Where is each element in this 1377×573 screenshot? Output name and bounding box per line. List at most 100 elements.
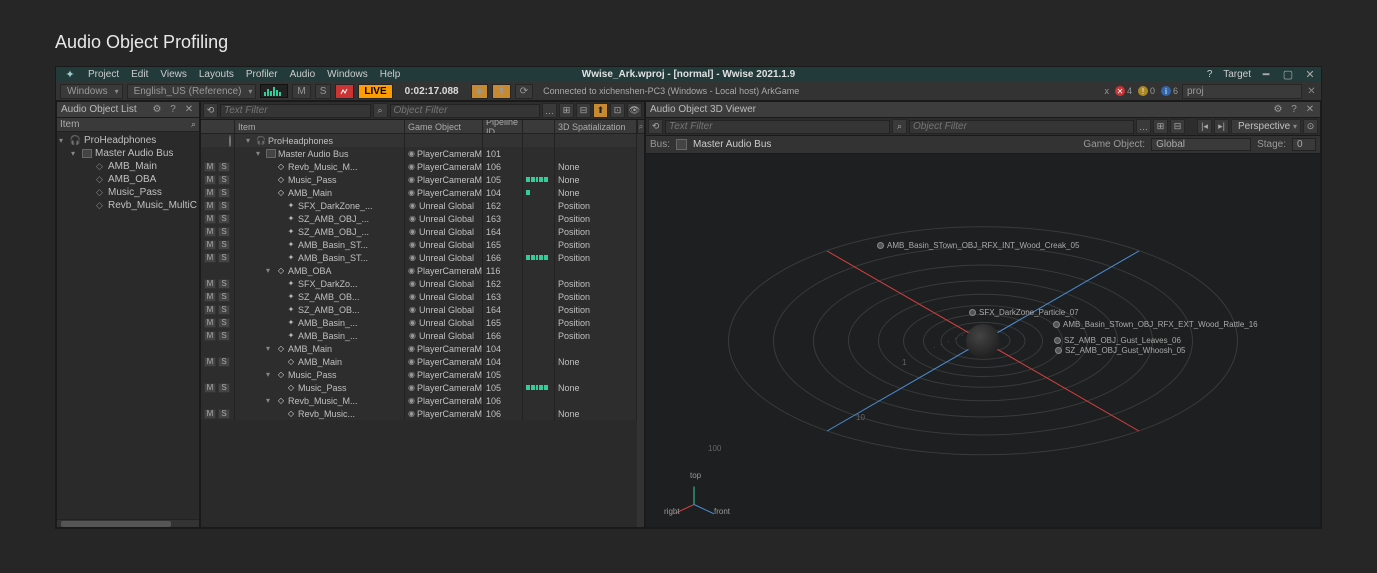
solo-button[interactable]: S bbox=[218, 318, 230, 328]
eye-icon[interactable]: 👁 bbox=[627, 103, 642, 118]
view-next-icon[interactable]: ▸| bbox=[1214, 119, 1229, 134]
menu-help[interactable]: Help bbox=[380, 69, 401, 80]
solo-button[interactable]: S bbox=[218, 188, 230, 198]
options-icon[interactable]: ⊡ bbox=[610, 103, 625, 118]
help-icon[interactable]: ? bbox=[1204, 69, 1215, 80]
table-row[interactable]: ▾◇Revb_Music_M...◉PlayerCameraM...106 bbox=[201, 394, 637, 407]
columns-icon[interactable]: ⊟ bbox=[1170, 119, 1185, 134]
table-row[interactable]: MS✦SFX_DarkZone_...◉Unreal Global162Posi… bbox=[201, 199, 637, 212]
mute-button[interactable]: M bbox=[292, 84, 310, 99]
expand-icon[interactable]: ▾ bbox=[246, 136, 254, 145]
config-icon[interactable]: ⌕ bbox=[637, 120, 644, 133]
tree-item[interactable]: ◇AMB_OBA bbox=[59, 173, 197, 186]
reset-view-icon[interactable]: ⊙ bbox=[1303, 119, 1318, 134]
mute-button[interactable]: M bbox=[204, 318, 216, 328]
mute-button[interactable]: M bbox=[204, 240, 216, 250]
mute-button[interactable]: M bbox=[204, 383, 216, 393]
tree-item[interactable]: ◇AMB_Main bbox=[59, 160, 197, 173]
close-icon[interactable]: ✕ bbox=[183, 104, 195, 116]
expand-icon[interactable]: ▾ bbox=[266, 396, 274, 405]
menu-project[interactable]: Project bbox=[88, 69, 119, 80]
link-icon[interactable]: ⟲ bbox=[648, 119, 663, 134]
record-button[interactable] bbox=[335, 84, 354, 99]
browse-icon[interactable]: … bbox=[542, 103, 557, 118]
sync-button[interactable]: ⟳ bbox=[515, 84, 533, 99]
mute-button[interactable]: M bbox=[204, 175, 216, 185]
table-row[interactable]: MS◇AMB_Main◉PlayerCameraM...104None bbox=[201, 186, 637, 199]
remote-button[interactable]: ◈ bbox=[471, 84, 489, 99]
search-icon[interactable]: ⌕ bbox=[373, 103, 388, 118]
table-row[interactable]: MS✦AMB_Basin_...◉Unreal Global166Positio… bbox=[201, 329, 637, 342]
v-scrollbar[interactable] bbox=[637, 134, 644, 527]
table-row[interactable]: MS✦AMB_Basin_ST...◉Unreal Global166Posit… bbox=[201, 251, 637, 264]
menu-windows[interactable]: Windows bbox=[327, 69, 368, 80]
solo-button[interactable]: S bbox=[315, 84, 332, 99]
object-filter-input[interactable] bbox=[909, 120, 1134, 134]
col-spatialization[interactable]: 3D Spatialization bbox=[555, 120, 637, 133]
menu-layouts[interactable]: Layouts bbox=[199, 69, 234, 80]
filter-active-icon[interactable]: ⬆ bbox=[593, 103, 608, 118]
bus-value[interactable]: Master Audio Bus bbox=[693, 139, 771, 150]
solo-button[interactable]: S bbox=[218, 305, 230, 315]
object-filter-input[interactable] bbox=[390, 104, 541, 118]
live-button[interactable]: LIVE bbox=[358, 84, 392, 99]
stage-field[interactable]: 0 bbox=[1292, 138, 1316, 151]
table-row[interactable]: ▾◇AMB_OBA◉PlayerCameraM...116 bbox=[201, 264, 637, 277]
expand-icon[interactable]: ▾ bbox=[59, 136, 67, 145]
tree-item[interactable]: ▾🎧ProHeadphones bbox=[59, 134, 197, 147]
expand-icon[interactable]: ▾ bbox=[71, 149, 79, 158]
solo-button[interactable]: S bbox=[218, 357, 230, 367]
text-filter-input[interactable] bbox=[220, 104, 371, 118]
table-row[interactable]: MS◇AMB_Main◉PlayerCameraM...104None bbox=[201, 355, 637, 368]
col-pipeline-id[interactable]: Pipeline ID bbox=[483, 120, 523, 133]
table-row[interactable]: ▾🎧ProHeadphones bbox=[201, 134, 637, 147]
mute-button[interactable]: M bbox=[204, 292, 216, 302]
help-icon[interactable]: ? bbox=[1288, 104, 1300, 116]
mute-button[interactable]: M bbox=[204, 409, 216, 419]
h-scrollbar[interactable] bbox=[57, 519, 199, 527]
menu-edit[interactable]: Edit bbox=[131, 69, 148, 80]
emitter-marker[interactable]: SZ_AMB_OBJ_Gust_Leaves_06 bbox=[1054, 336, 1181, 345]
table-row[interactable]: MS◇Music_Pass◉PlayerCameraM...105None bbox=[201, 381, 637, 394]
table-row[interactable]: MS✦AMB_Basin_ST...◉Unreal Global165Posit… bbox=[201, 238, 637, 251]
tree-item[interactable]: ▾Master Audio Bus bbox=[59, 147, 197, 160]
close-button[interactable]: ✕ bbox=[1303, 69, 1317, 81]
target-label[interactable]: Target bbox=[1223, 69, 1251, 80]
table-row[interactable]: ▾Master Audio Bus◉PlayerCameraM...101 bbox=[201, 147, 637, 160]
browse-icon[interactable]: … bbox=[1136, 119, 1151, 134]
item-column-header[interactable]: Item ⌕ bbox=[57, 118, 199, 132]
mute-button[interactable]: M bbox=[204, 188, 216, 198]
maximize-button[interactable]: ▢ bbox=[1281, 69, 1295, 81]
windows-dropdown[interactable]: Windows bbox=[60, 84, 123, 99]
search-icon[interactable]: ⌕ bbox=[892, 119, 907, 134]
solo-button[interactable]: S bbox=[218, 162, 230, 172]
search-icon[interactable]: ⌕ bbox=[191, 119, 196, 130]
solo-button[interactable]: S bbox=[218, 214, 230, 224]
tree-icon[interactable]: ⊞ bbox=[559, 103, 574, 118]
solo-button[interactable]: S bbox=[218, 253, 230, 263]
mute-button[interactable]: M bbox=[204, 227, 216, 237]
3d-viewer[interactable]: AMB_Basin_STown_OBJ_RFX_INT_Wood_Creak_0… bbox=[646, 154, 1320, 527]
mute-button[interactable]: M bbox=[204, 253, 216, 263]
tree-item[interactable]: ◇Music_Pass bbox=[59, 186, 197, 199]
table-row[interactable]: MS◇Revb_Music...◉PlayerCameraM...106None bbox=[201, 407, 637, 420]
clear-search-icon[interactable]: ✕ bbox=[1306, 86, 1317, 97]
minimize-button[interactable]: ━ bbox=[1259, 69, 1273, 81]
table-row[interactable]: MS✦SZ_AMB_OBJ_...◉Unreal Global164Positi… bbox=[201, 225, 637, 238]
table-row[interactable]: MS✦SZ_AMB_OB...◉Unreal Global164Position bbox=[201, 303, 637, 316]
upload-button[interactable]: ⬆ bbox=[492, 84, 510, 99]
table-row[interactable]: MS✦SZ_AMB_OB...◉Unreal Global163Position bbox=[201, 290, 637, 303]
table-row[interactable]: ▾◇AMB_Main◉PlayerCameraM...104 bbox=[201, 342, 637, 355]
solo-button[interactable]: S bbox=[218, 383, 230, 393]
gear-icon[interactable]: ⚙ bbox=[151, 104, 163, 116]
mute-button[interactable]: M bbox=[204, 279, 216, 289]
table-row[interactable]: MS◇Music_Pass◉PlayerCameraM...105None bbox=[201, 173, 637, 186]
mute-button[interactable]: M bbox=[204, 331, 216, 341]
project-search-input[interactable] bbox=[1182, 84, 1302, 99]
table-row[interactable]: MS◇Revb_Music_M...◉PlayerCameraM...106No… bbox=[201, 160, 637, 173]
col-game-object[interactable]: Game Object bbox=[405, 120, 483, 133]
view-prev-icon[interactable]: |◂ bbox=[1197, 119, 1212, 134]
expand-icon[interactable]: ▾ bbox=[256, 149, 264, 158]
emitter-marker[interactable]: SFX_DarkZone_Particle_07 bbox=[969, 308, 1079, 317]
emitter-marker[interactable]: AMB_Basin_STown_OBJ_RFX_EXT_Wood_Rattle_… bbox=[1053, 320, 1258, 329]
